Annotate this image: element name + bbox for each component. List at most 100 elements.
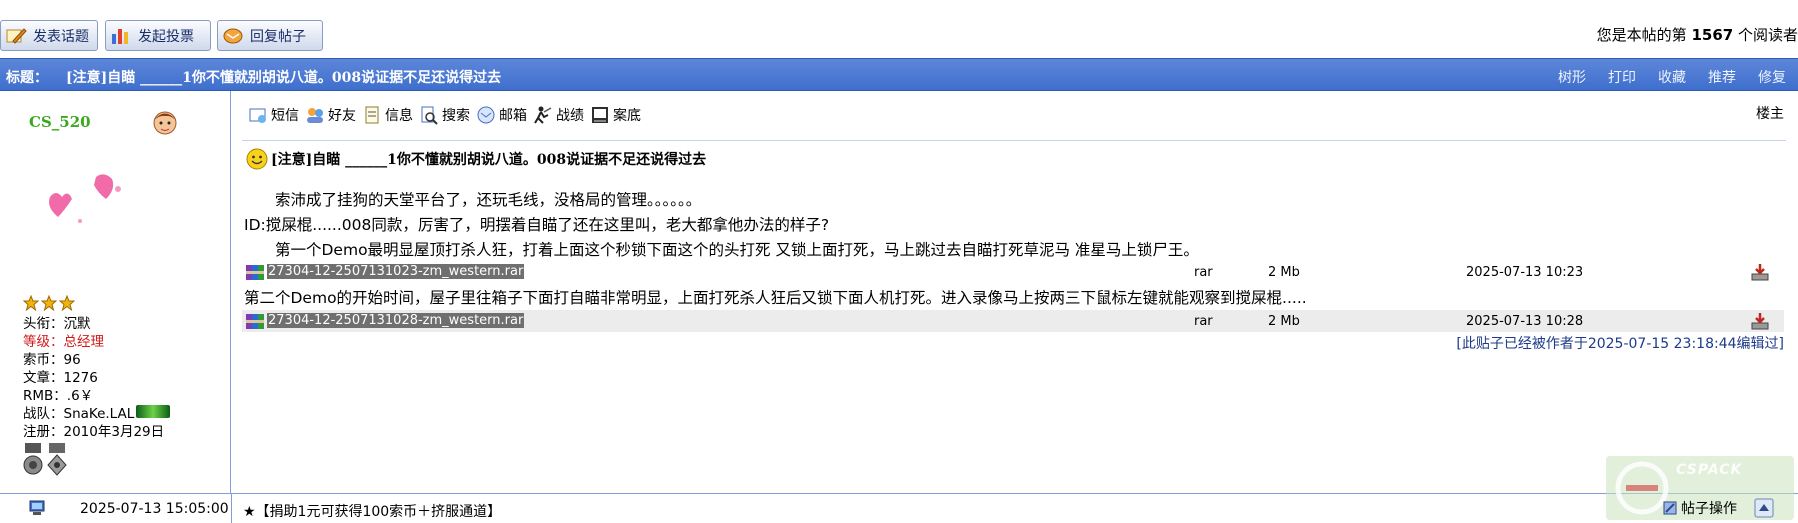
userbar-record-label: 战绩 bbox=[556, 108, 584, 124]
userbar-friends[interactable]: 好友 bbox=[305, 105, 356, 125]
rmb-label: RMB： bbox=[23, 388, 67, 404]
post-operations[interactable]: 帖子操作 bbox=[1662, 498, 1774, 518]
download-icon[interactable] bbox=[1750, 262, 1770, 282]
action-repair[interactable]: 修复 bbox=[1758, 67, 1786, 87]
userbar-message[interactable]: 短信 bbox=[248, 105, 299, 125]
tool-icon bbox=[1663, 501, 1677, 515]
attachment-size: 2 Mb bbox=[1268, 265, 1300, 280]
team-badge bbox=[136, 405, 171, 418]
user-action-bar: 短信 好友 信息 搜索 邮箱 战绩 案底 bbox=[248, 105, 641, 125]
post-title-text: [注意]自瞄 ______1你不懂就别胡说八道。008说证据不足还说得过去 bbox=[271, 152, 707, 168]
title-label: 标题： bbox=[6, 70, 48, 86]
post-ops-label: 帖子操作 bbox=[1681, 501, 1737, 517]
attachment-date: 2025-07-13 10:23 bbox=[1466, 265, 1584, 280]
watermark-text: CSPACK bbox=[1676, 462, 1743, 478]
user-info-list: 头衔： 沉默 等级： 总经理 索币： 96 文章： 1276 RMB： .6￥ 战队： Sn… bbox=[23, 315, 171, 441]
new-poll-label: 发起投票 bbox=[138, 28, 194, 45]
pencil-icon bbox=[6, 27, 27, 44]
coins-label: 索币： bbox=[23, 352, 64, 368]
userbar-search[interactable]: 搜索 bbox=[419, 105, 470, 125]
medal-list bbox=[22, 443, 68, 477]
floor-label: 楼主 bbox=[1756, 106, 1784, 122]
edit-note: [此贴子已经被作者于2025-07-15 23:18:44编辑过] bbox=[1456, 336, 1784, 352]
info-icon bbox=[365, 106, 379, 124]
team-value[interactable]: SnaKe.LAL bbox=[64, 405, 135, 423]
post-line: 第二个Demo的开始时间，屋子里往箱子下面打自瞄非常明显，上面打死杀人狂后又锁下… bbox=[244, 289, 1307, 307]
user-rmb-row: RMB： .6￥ bbox=[23, 387, 170, 405]
title-value: 沉默 bbox=[63, 316, 91, 332]
new-topic-button[interactable]: 发表话题 bbox=[0, 20, 98, 51]
rmb-value: .6￥ bbox=[66, 388, 94, 404]
username-link[interactable]: CS_520 bbox=[29, 113, 91, 131]
team-label: 战队： bbox=[23, 406, 64, 422]
medal-icon bbox=[23, 443, 43, 475]
new-poll-button[interactable]: 发起投票 bbox=[105, 20, 211, 51]
title-actions: 树形 打印 收藏 推荐 修复 bbox=[1558, 67, 1786, 87]
file-icon bbox=[592, 107, 608, 123]
topic-title-bar: 标题： [注意]自瞄 ______1你不懂就别胡说八道。008说证据不足还说得过… bbox=[0, 58, 1798, 91]
userbar-info[interactable]: 信息 bbox=[362, 105, 413, 125]
message-icon bbox=[249, 108, 266, 123]
title-label: 头衔： bbox=[23, 316, 64, 332]
avatar-face-icon bbox=[153, 111, 177, 135]
attachment-filename[interactable]: 27304-12-2507131028-zm_western.rar bbox=[267, 313, 525, 328]
archive-icon bbox=[246, 314, 264, 329]
level-label: 等级： bbox=[23, 334, 64, 350]
action-tree-view[interactable]: 树形 bbox=[1558, 67, 1586, 87]
user-level-row: 等级： 总经理 bbox=[23, 333, 170, 351]
reply-icon bbox=[223, 28, 243, 43]
userbar-mail[interactable]: 邮箱 bbox=[476, 105, 527, 125]
user-posts-row: 文章： 1276 bbox=[23, 369, 170, 387]
post-line: 第一个Demo最明显屋顶打杀人狂，打着上面这个秒锁下面这个的头打死 又锁上面打死… bbox=[244, 241, 1199, 259]
reader-prefix: 您是本帖的第 bbox=[1596, 26, 1687, 44]
attachment-filename[interactable]: 27304-12-2507131023-zm_western.rar bbox=[267, 264, 525, 279]
new-topic-label: 发表话题 bbox=[33, 28, 89, 45]
attachment-type: rar bbox=[1194, 265, 1213, 280]
divider bbox=[242, 140, 1786, 141]
userbar-message-label: 短信 bbox=[271, 108, 299, 124]
action-recommend[interactable]: 推荐 bbox=[1708, 67, 1736, 87]
computer-icon bbox=[29, 500, 45, 515]
reg-value: 2010年3月29日 bbox=[63, 424, 165, 440]
topic-title: [注意]自瞄 ______1你不懂就别胡说八道。008说证据不足还说得过去 bbox=[66, 70, 502, 86]
star-icon bbox=[41, 295, 57, 311]
signature-image bbox=[49, 174, 121, 223]
userbar-case[interactable]: 案底 bbox=[590, 105, 641, 125]
reply-button[interactable]: 回复帖子 bbox=[217, 20, 323, 51]
rank-stars bbox=[23, 295, 75, 311]
reader-suffix: 个阅读者 bbox=[1737, 26, 1798, 44]
posts-label: 文章： bbox=[23, 370, 64, 386]
reader-number: 1567 bbox=[1691, 26, 1734, 44]
scroll-up-icon[interactable] bbox=[1754, 498, 1774, 518]
level-value: 总经理 bbox=[63, 334, 105, 350]
userbar-case-label: 案底 bbox=[613, 108, 641, 124]
attachment-row: 27304-12-2507131028-zm_western.rar rar 2… bbox=[242, 310, 1784, 332]
medal-icon bbox=[47, 443, 67, 476]
donation-promo[interactable]: ★【捐助1元可获得100索币＋挤服通道】 bbox=[243, 501, 501, 521]
download-icon[interactable] bbox=[1750, 311, 1770, 331]
top-toolbar: 发表话题 发起投票 回复帖子 您是本帖的第 1567 个阅读者 bbox=[0, 0, 1798, 58]
friends-icon bbox=[307, 108, 323, 123]
post-line: ID:搅屎棍......008同款，厉害了，明摆着自瞄了还在这里叫，老大都拿他办… bbox=[244, 216, 830, 234]
userbar-info-label: 信息 bbox=[385, 108, 413, 124]
post-time: 2025-07-13 15:05:00 bbox=[80, 501, 229, 517]
userbar-search-label: 搜索 bbox=[442, 108, 470, 124]
archive-icon bbox=[246, 265, 264, 280]
user-title-row: 头衔： 沉默 bbox=[23, 315, 170, 333]
attachment-row: 27304-12-2507131023-zm_western.rar rar 2… bbox=[242, 261, 1784, 283]
bar-chart-icon bbox=[112, 28, 128, 44]
action-print[interactable]: 打印 bbox=[1608, 67, 1636, 87]
action-favorite[interactable]: 收藏 bbox=[1658, 67, 1686, 87]
userbar-record[interactable]: 战绩 bbox=[533, 105, 584, 125]
smile-icon bbox=[246, 148, 268, 170]
mail-icon bbox=[477, 106, 495, 124]
star-icon bbox=[23, 295, 39, 311]
reg-label: 注册： bbox=[23, 424, 64, 440]
posts-value: 1276 bbox=[63, 370, 98, 386]
post-footer: 2025-07-13 15:05:00 ★【捐助1元可获得100索币＋挤服通道】 bbox=[0, 493, 1798, 523]
userbar-friends-label: 好友 bbox=[328, 108, 356, 124]
reader-count: 您是本帖的第 1567 个阅读者 bbox=[1597, 24, 1798, 45]
record-icon bbox=[534, 106, 552, 124]
attachment-type: rar bbox=[1194, 314, 1213, 329]
post-line: 索沛成了挂狗的天堂平台了，还玩毛线，没格局的管理。。。。。。 bbox=[244, 191, 702, 209]
